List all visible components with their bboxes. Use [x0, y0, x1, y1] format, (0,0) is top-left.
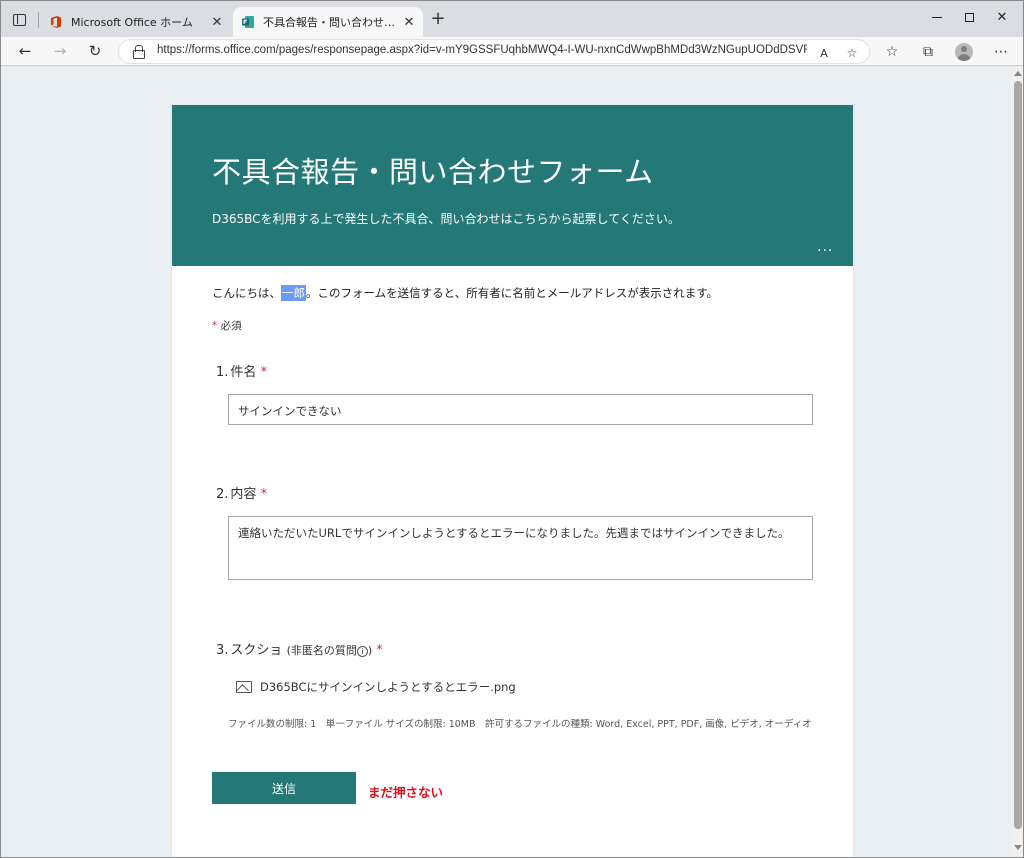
- office-logo-icon: [51, 16, 61, 28]
- vertical-scrollbar[interactable]: [1011, 67, 1023, 857]
- file-name: D365BCにサインインしようとするとエラー.png: [260, 680, 516, 694]
- profile-avatar[interactable]: [953, 41, 975, 63]
- tab-label: Microsoft Office ホーム: [71, 16, 193, 29]
- question-3-label: 3. スクショ (非匿名の質問 i) *: [216, 643, 383, 658]
- browser-toolbar: ← → ↻ https://forms.office.com/pages/res…: [1, 37, 1023, 66]
- content-textarea[interactable]: 連絡いただいたURLでサインインしようとするとエラーになりました。先週まではサイ…: [228, 516, 813, 580]
- tab-separator: [38, 12, 39, 28]
- required-note: * 必須: [212, 318, 242, 333]
- page-content: 不具合報告・問い合わせフォーム D365BCを利用する上で発生した不具合、問い合…: [1, 67, 1011, 857]
- submit-button[interactable]: 送信: [212, 772, 356, 804]
- more-menu-icon[interactable]: ⋯: [990, 41, 1012, 63]
- annotation-text: まだ押さない: [368, 785, 444, 800]
- favorites-icon[interactable]: ☆: [881, 41, 903, 63]
- image-icon: [236, 681, 252, 693]
- form-header: 不具合報告・問い合わせフォーム D365BCを利用する上で発生した不具合、問い合…: [172, 105, 853, 266]
- required-mark: *: [260, 487, 268, 502]
- non-anonymous-note: (非匿名の質問 i): [286, 644, 373, 657]
- more-options-icon[interactable]: ···: [817, 243, 833, 259]
- greeting-text: こんにちは、一郎。このフォームを送信すると、所有者に名前とメールアドレスが表示さ…: [212, 285, 719, 301]
- collections-icon[interactable]: ⧉: [917, 41, 939, 63]
- lock-icon[interactable]: [133, 45, 145, 59]
- back-arrow-icon[interactable]: ←: [13, 40, 37, 62]
- user-name: 一郎: [281, 285, 306, 301]
- maximize-icon[interactable]: [955, 5, 983, 29]
- required-mark: *: [212, 320, 218, 332]
- reload-icon[interactable]: ↻: [83, 40, 107, 62]
- add-favorite-icon[interactable]: ☆: [843, 44, 861, 62]
- required-label: 必須: [220, 320, 242, 332]
- scroll-down-arrow-icon[interactable]: [1014, 845, 1022, 850]
- required-mark: *: [260, 365, 268, 380]
- new-tab-icon[interactable]: +: [429, 10, 447, 28]
- question-2-label: 2. 内容 *: [216, 487, 268, 502]
- forms-logo-icon: [242, 16, 254, 28]
- read-aloud-icon[interactable]: A: [815, 44, 833, 62]
- address-bar[interactable]: https://forms.office.com/pages/responsep…: [118, 39, 870, 64]
- close-window-icon[interactable]: ✕: [988, 5, 1016, 29]
- minimize-icon[interactable]: [923, 5, 951, 29]
- tab-label: 不具合報告・問い合わせフォーム: [263, 16, 401, 29]
- tab-office-home[interactable]: Microsoft Office ホーム ✕: [41, 7, 231, 37]
- scroll-thumb[interactable]: [1014, 81, 1022, 829]
- form-description: D365BCを利用する上で発生した不具合、問い合わせはこちらから起票してください…: [212, 212, 680, 226]
- tab-form[interactable]: 不具合報告・問い合わせフォーム ✕: [233, 7, 423, 37]
- tab-strip: Microsoft Office ホーム ✕ 不具合報告・問い合わせフォーム ✕…: [1, 1, 1023, 37]
- forward-arrow-icon[interactable]: →: [48, 40, 72, 62]
- tab-actions-icon[interactable]: [9, 10, 29, 30]
- url-text[interactable]: https://forms.office.com/pages/responsep…: [157, 44, 807, 56]
- close-tab-icon[interactable]: ✕: [401, 14, 417, 30]
- file-limits-text: ファイル数の制限: 1 単一ファイル サイズの制限: 10MB 許可するファイル…: [228, 719, 812, 730]
- scroll-up-arrow-icon[interactable]: [1014, 71, 1022, 76]
- browser-window: Microsoft Office ホーム ✕ 不具合報告・問い合わせフォーム ✕…: [0, 0, 1024, 858]
- form-card: 不具合報告・問い合わせフォーム D365BCを利用する上で発生した不具合、問い合…: [172, 105, 853, 857]
- subject-input[interactable]: サインインできない: [228, 394, 813, 425]
- question-1-label: 1. 件名 *: [216, 365, 268, 380]
- info-icon[interactable]: i: [356, 646, 368, 657]
- close-tab-icon[interactable]: ✕: [209, 14, 225, 30]
- required-mark: *: [376, 643, 383, 658]
- uploaded-file[interactable]: D365BCにサインインしようとするとエラー.png: [236, 679, 516, 695]
- form-title: 不具合報告・問い合わせフォーム: [212, 155, 654, 189]
